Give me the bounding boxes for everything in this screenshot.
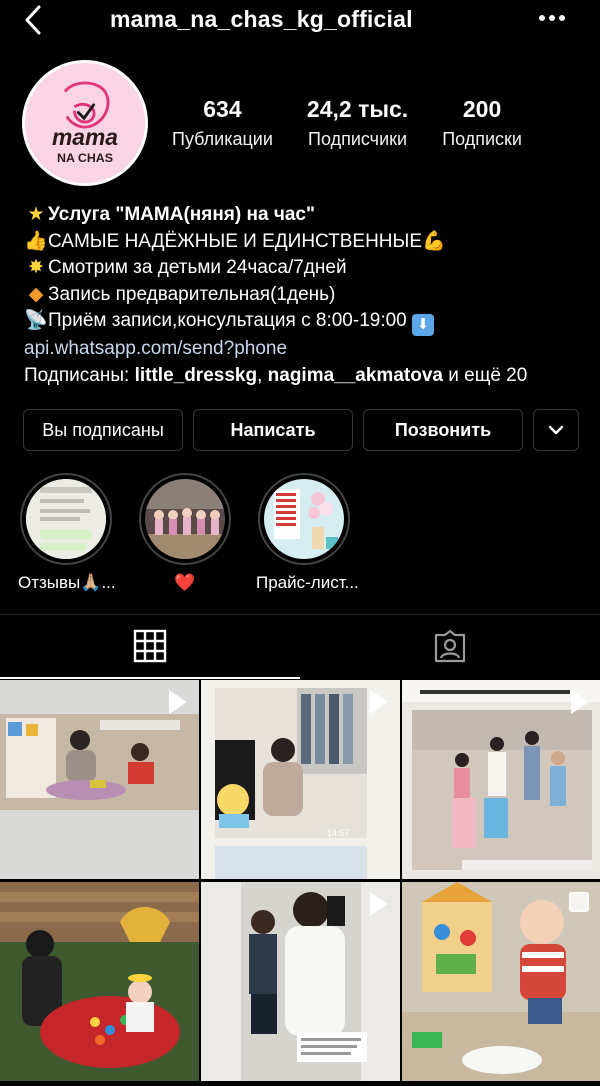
highlight-reviews[interactable]: Отзывы🙏🏼...	[18, 473, 116, 593]
bio-line: ◆ Запись предварительная(1день)	[24, 282, 584, 309]
svg-text:mama: mama	[52, 124, 118, 150]
bio-text: Запись предварительная(1день)	[48, 283, 336, 305]
orange-diamond-icon: ◆	[28, 283, 44, 305]
followed-by[interactable]: Подписаны: little_dresskg, nagima__akmat…	[24, 363, 584, 390]
reel-play-icon	[169, 690, 187, 714]
post-thumbnail[interactable]: 14:57	[201, 680, 400, 879]
bio-text: САМЫЕ НАДЁЖНЫЕ И ЕДИНСТВЕННЫЕ	[48, 230, 423, 252]
more-dots-icon[interactable]	[538, 4, 566, 39]
post-thumbnail[interactable]	[0, 680, 199, 879]
highlight-ring	[258, 473, 350, 565]
followed-suffix: и ещё 20	[442, 364, 528, 386]
tagged-icon	[434, 629, 466, 663]
post-thumbnail[interactable]	[402, 680, 600, 879]
mama-na-chas-logo: mama NA CHAS	[25, 63, 145, 183]
following-button[interactable]: Вы подписаны	[23, 409, 183, 451]
muscle-icon: 💪	[422, 230, 446, 252]
chevron-down-icon	[548, 425, 564, 435]
profile-bio: ★ Услуга "МАМА(няня) на час" 👍САМЫЕ НАДЁЖ…	[24, 202, 584, 389]
bio-title: Услуга "МАМА(няня) на час"	[48, 204, 315, 225]
post-thumbnail[interactable]	[0, 882, 199, 1081]
highlight-caption: Прайс-лист...	[256, 573, 359, 592]
grid-icon	[133, 629, 167, 663]
star-icon: ★	[27, 204, 45, 225]
down-arrow-icon: ⬇	[412, 314, 435, 336]
following-count[interactable]: 200 Подписки	[442, 96, 522, 150]
call-button[interactable]: Позвонить	[363, 409, 523, 451]
followers-count[interactable]: 24,2 тыс. Подписчики	[307, 96, 408, 150]
stat-number: 24,2 тыс.	[306, 96, 409, 122]
reel-play-icon	[370, 892, 388, 916]
highlight-heart[interactable]: ❤️	[137, 473, 233, 593]
svg-text:14:57: 14:57	[327, 828, 350, 838]
bio-line: ✸ Смотрим за детьми 24часа/7дней	[24, 255, 584, 282]
highlight-cover	[145, 479, 225, 559]
stat-number: 634	[203, 96, 242, 122]
posts-count[interactable]: 634 Публикации	[172, 96, 273, 150]
sparkle-star-icon: ✸	[28, 257, 44, 278]
bio-text: Смотрим за детьми 24часа/7дней	[48, 257, 347, 278]
profile-actions: Вы подписаны Написать Позвонить	[23, 409, 579, 451]
avatar[interactable]: mama NA CHAS	[22, 60, 148, 186]
highlight-ring	[20, 473, 112, 565]
bio-line: ★ Услуга "МАМА(няня) на час"	[24, 202, 584, 229]
stat-label: Подписчики	[308, 129, 408, 149]
posts-grid: 14:57	[0, 680, 600, 1081]
profile-username: mama_na_chas_kg_official	[110, 6, 413, 32]
post-image	[0, 882, 199, 1081]
bio-line: 📡Приём записи,консультация с 8:00-19:00 …	[24, 308, 584, 336]
bio-text: Приём записи,консультация с 8:00-19:00	[48, 310, 407, 331]
highlight-caption: Отзывы🙏🏼...	[18, 573, 116, 592]
tab-posts-grid[interactable]	[0, 615, 300, 679]
highlight-price-list[interactable]: Прайс-лист...	[256, 473, 359, 593]
chevron-left-icon[interactable]	[22, 2, 44, 45]
stat-label: Публикации	[172, 129, 273, 149]
reel-play-icon	[571, 690, 589, 714]
suggested-dropdown-button[interactable]	[533, 409, 579, 451]
highlight-cover	[26, 479, 106, 559]
highlight-cover	[264, 479, 344, 559]
profile-tabs	[0, 614, 600, 679]
followed-separator: ,	[257, 364, 268, 386]
followed-user[interactable]: little_dresskg	[135, 365, 258, 386]
post-thumbnail[interactable]	[402, 882, 600, 1081]
followed-prefix: Подписаны:	[24, 364, 135, 386]
message-button[interactable]: Написать	[193, 409, 353, 451]
bio-link[interactable]: api.whatsapp.com/send?phone	[24, 338, 287, 359]
followed-user[interactable]: nagima__akmatova	[268, 365, 443, 386]
stat-number: 200	[462, 96, 502, 122]
satellite-dish-icon: 📡	[24, 310, 48, 331]
top-bar: mama_na_chas_kg_official	[0, 0, 600, 44]
profile-stats: 634 Публикации 24,2 тыс. Подписчики 200 …	[172, 96, 522, 150]
bio-line: 👍САМЫЕ НАДЁЖНЫЕ И ЕДИНСТВЕННЫЕ💪	[24, 229, 584, 256]
stat-label: Подписки	[442, 129, 522, 149]
tab-tagged[interactable]	[300, 615, 600, 679]
highlight-ring	[139, 473, 231, 565]
post-thumbnail[interactable]	[201, 882, 400, 1081]
svg-text:NA CHAS: NA CHAS	[57, 151, 113, 165]
highlight-caption: ❤️	[174, 573, 196, 592]
reel-play-icon	[370, 690, 388, 714]
thumbs-up-icon: 👍	[24, 230, 48, 252]
carousel-icon	[569, 892, 589, 912]
